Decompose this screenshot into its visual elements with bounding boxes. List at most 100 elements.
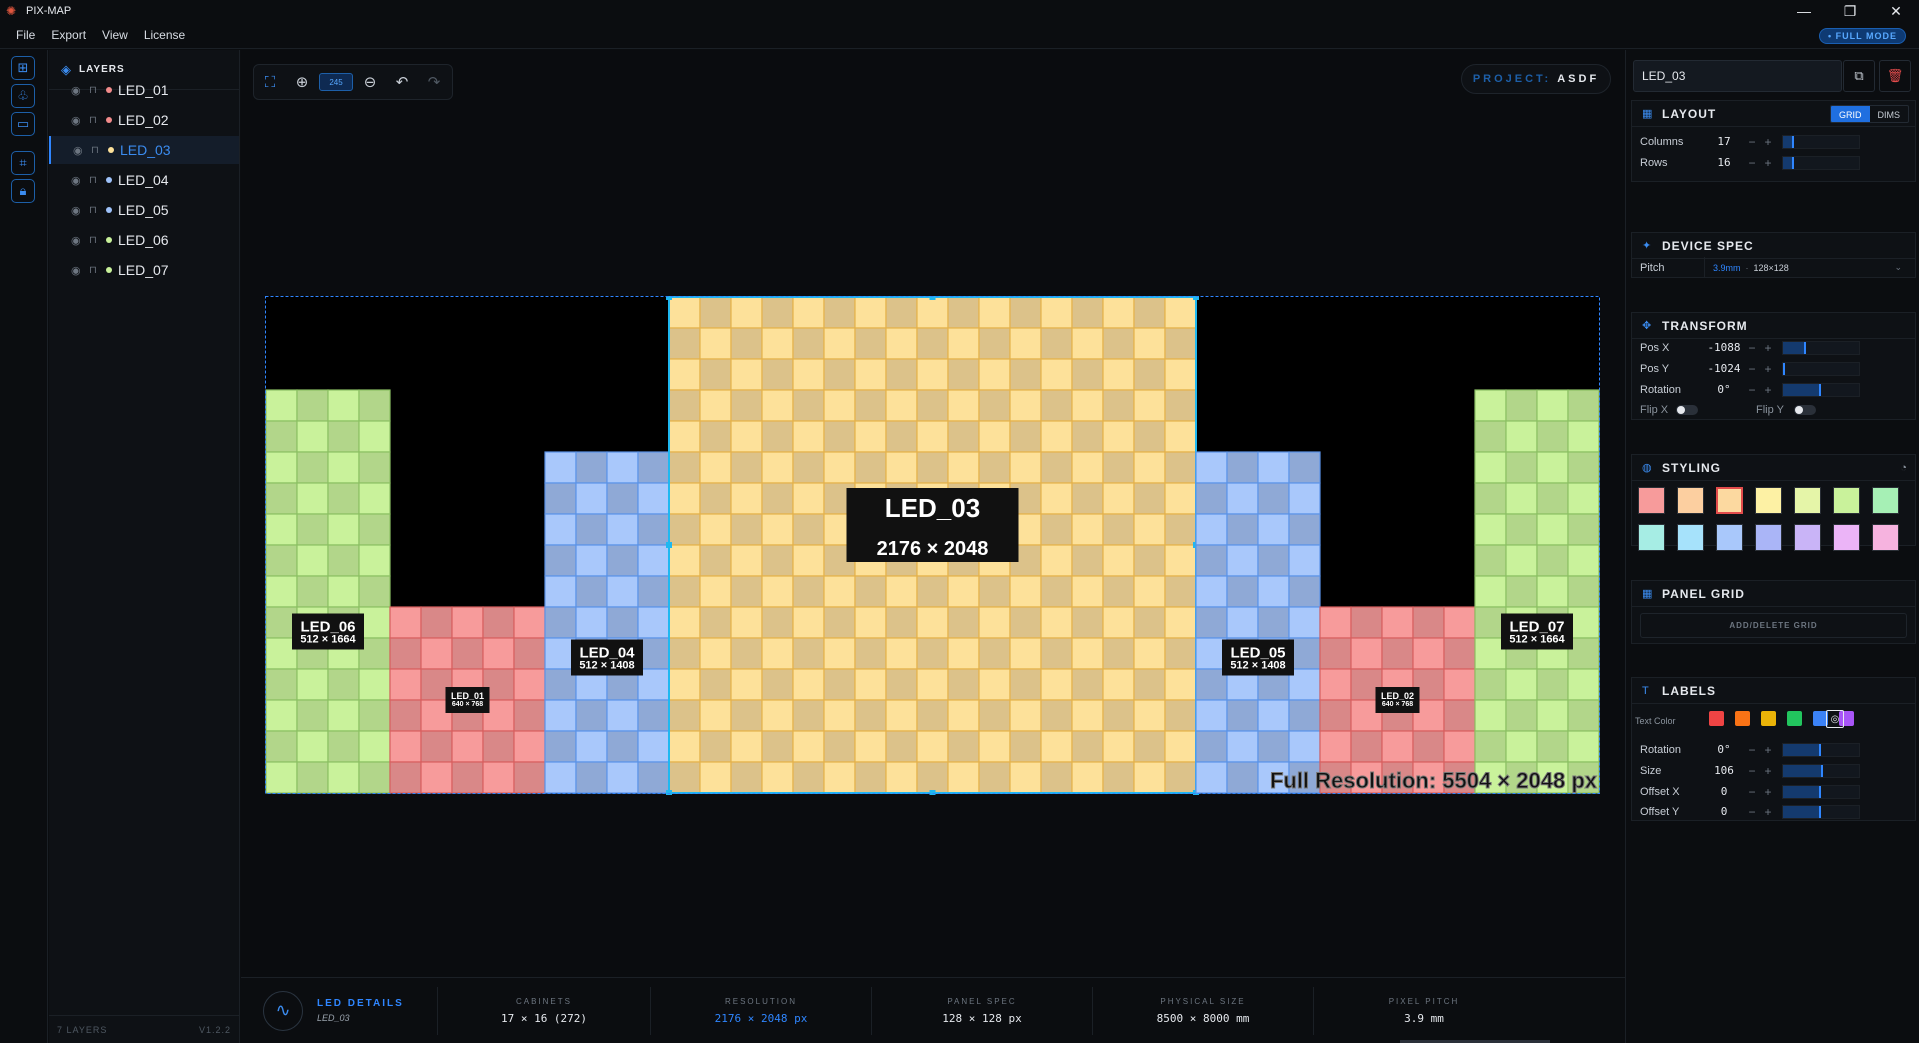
color-swatch[interactable] [1638,487,1665,514]
mode-dims-button[interactable]: DIMS [1870,106,1909,122]
menu-export[interactable]: Export [43,28,94,42]
color-swatch[interactable] [1833,524,1860,551]
label-offsetx-value[interactable]: 0 [1704,785,1744,798]
color-swatch[interactable] [1872,487,1899,514]
delete-icon[interactable]: 🗑︎ [1879,60,1911,92]
flipy-toggle[interactable] [1794,404,1816,415]
rows-decrement[interactable]: − [1744,156,1760,170]
rows-value[interactable]: 16 [1704,156,1744,169]
posy-slider[interactable] [1782,361,1860,376]
posx-slider[interactable] [1782,340,1860,355]
posy-value[interactable]: -1024 [1704,362,1744,375]
label-offsety-value[interactable]: 0 [1704,805,1744,818]
label-rotation-slider[interactable] [1782,742,1860,757]
eye-icon[interactable]: ◉ [71,84,85,97]
led-stage[interactable]: LED_06512 × 1664LED_01640 × 768LED_04512… [265,296,1601,795]
duplicate-icon[interactable]: ⧉ [1843,60,1875,92]
layer-row[interactable]: ◉ ⊓ LED_02 [49,106,239,134]
rows-increment[interactable]: + [1760,156,1776,170]
folder-icon[interactable]: ▭ [11,112,35,136]
maximize-button[interactable]: ❐ [1827,0,1873,22]
posx-value[interactable]: -1088 [1704,341,1744,354]
eye-icon[interactable]: ◉ [71,114,85,127]
layer-name-input[interactable]: LED_03 [1633,60,1842,92]
led-screen-led-03[interactable]: LED_03 2176 × 2048 [668,296,1197,794]
color-swatch[interactable] [1677,487,1704,514]
posx-increment[interactable]: + [1760,341,1776,355]
label-offsetx-decrement[interactable]: − [1744,785,1760,799]
rotation-value[interactable]: 0° [1704,383,1744,396]
shapes-icon[interactable]: ♧ [11,84,35,108]
columns-increment[interactable]: + [1760,135,1776,149]
unlock-icon[interactable]: ⊓ [89,205,101,216]
eye-icon[interactable]: ◉ [73,144,87,157]
led-screen-led-04[interactable]: LED_04512 × 1408 [544,451,670,794]
label-offsety-slider[interactable] [1782,804,1860,819]
zoom-out-icon[interactable]: ⊖ [354,65,386,99]
menu-view[interactable]: View [94,28,136,42]
color-swatch[interactable] [1716,524,1743,551]
menu-license[interactable]: License [136,28,193,42]
unlock-icon[interactable]: ⊓ [89,115,101,126]
label-offsety-decrement[interactable]: − [1744,805,1760,819]
color-swatch[interactable] [1794,487,1821,514]
custom-color-icon[interactable]: ◎ [1826,710,1844,728]
label-rotation-value[interactable]: 0° [1704,743,1744,756]
led-screen-led-05[interactable]: LED_05512 × 1408 [1195,451,1321,794]
label-offsetx-slider[interactable] [1782,784,1860,799]
text-color-swatch[interactable] [1761,711,1776,726]
posy-increment[interactable]: + [1760,362,1776,376]
posy-decrement[interactable]: − [1744,362,1760,376]
pitch-select[interactable]: 3.9mm · 128×128 ⌄ [1704,257,1908,278]
lock-icon[interactable]: 🔒︎ [11,179,35,203]
layer-row[interactable]: ◉ ⊓ LED_06 [49,226,239,254]
mode-grid-button[interactable]: GRID [1831,106,1870,122]
led-screen-led-06[interactable]: LED_06512 × 1664 [265,389,391,794]
undo-icon[interactable]: ↶ [386,65,418,99]
zoom-in-icon[interactable]: ⊕ [286,65,318,99]
unlock-icon[interactable]: ⊓ [89,235,101,246]
color-swatch[interactable] [1677,524,1704,551]
text-color-swatch[interactable] [1735,711,1750,726]
led-screen-led-01[interactable]: LED_01640 × 768 [389,606,546,794]
columns-slider[interactable] [1782,134,1860,149]
rotation-increment[interactable]: + [1760,383,1776,397]
columns-value[interactable]: 17 [1704,135,1744,148]
redo-icon[interactable]: ↷ [418,65,450,99]
label-size-decrement[interactable]: − [1744,764,1760,778]
layer-row[interactable]: ◉ ⊓ LED_07 [49,256,239,284]
posx-decrement[interactable]: − [1744,341,1760,355]
layer-row[interactable]: ◉ ⊓ LED_03 [49,136,239,164]
color-swatch[interactable] [1638,524,1665,551]
menu-file[interactable]: File [8,28,43,42]
color-swatch[interactable] [1794,524,1821,551]
eye-icon[interactable]: ◉ [71,234,85,247]
label-size-slider[interactable] [1782,763,1860,778]
color-swatch[interactable] [1755,487,1782,514]
led-screen-led-02[interactable]: LED_02640 × 768 [1319,606,1476,794]
canvas-area[interactable]: ⛶ ⊕ 245 ⊖ ↶ ↷ PROJECT: ASDF LED_06 512 × … [241,50,1625,977]
unlock-icon[interactable]: ⊓ [91,145,103,156]
color-swatch[interactable] [1872,524,1899,551]
rotation-decrement[interactable]: − [1744,383,1760,397]
color-swatch[interactable] [1716,487,1743,514]
color-picker-icon[interactable]: ◔ [1900,462,1907,474]
label-rotation-increment[interactable]: + [1760,743,1776,757]
add-delete-grid-button[interactable]: ADD/DELETE GRID [1640,613,1907,638]
label-offsetx-increment[interactable]: + [1760,785,1776,799]
label-size-value[interactable]: 106 [1704,764,1744,777]
minimize-button[interactable]: — [1781,0,1827,22]
color-swatch[interactable] [1833,487,1860,514]
fit-screen-icon[interactable]: ⛶ [254,65,286,99]
label-size-increment[interactable]: + [1760,764,1776,778]
layer-row[interactable]: ◉ ⊓ LED_05 [49,196,239,224]
close-button[interactable]: ✕ [1873,0,1919,22]
label-offsety-increment[interactable]: + [1760,805,1776,819]
layer-row[interactable]: ◉ ⊓ LED_04 [49,166,239,194]
eye-icon[interactable]: ◉ [71,174,85,187]
rows-slider[interactable] [1782,155,1860,170]
eye-icon[interactable]: ◉ [71,264,85,277]
text-color-swatch[interactable] [1787,711,1802,726]
add-layer-icon[interactable]: ⊞ [11,56,35,80]
label-rotation-decrement[interactable]: − [1744,743,1760,757]
